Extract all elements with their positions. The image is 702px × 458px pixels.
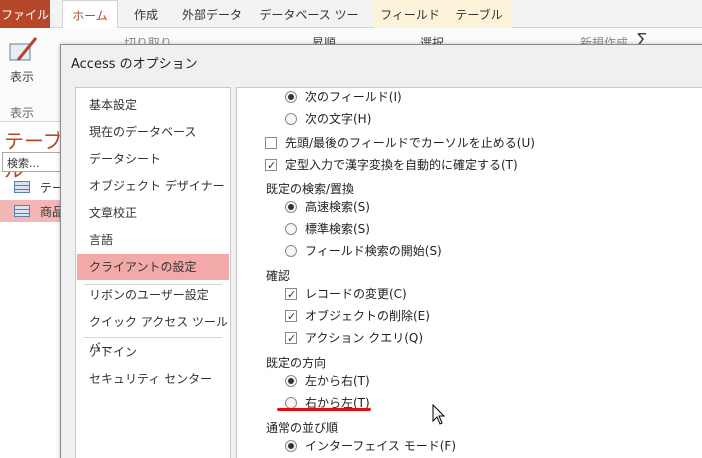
table-icon xyxy=(14,181,30,193)
category-general[interactable]: 基本設定 xyxy=(77,92,229,118)
view-button[interactable]: 表示 xyxy=(10,68,34,85)
dialog-titlebar[interactable]: Access のオプション xyxy=(61,45,702,77)
section-heading-confirm: 確認 xyxy=(266,269,291,283)
radio-button[interactable] xyxy=(285,440,297,452)
category-list: 基本設定 現在のデータベース データシート オブジェクト デザイナー 文章校正 … xyxy=(75,87,231,458)
option-label: 高速検索(S) xyxy=(305,200,370,214)
section-heading-sort-order: 通常の並び順 xyxy=(266,421,339,435)
radio-button[interactable] xyxy=(285,245,297,257)
section-heading-search: 既定の検索/置換 xyxy=(266,182,355,196)
option-label: 標準検索(S) xyxy=(305,222,370,236)
category-separator xyxy=(84,337,222,338)
checkbox[interactable] xyxy=(285,307,297,327)
radio-button[interactable] xyxy=(285,375,297,387)
option-label: 次のフィールド(I) xyxy=(305,90,402,104)
radio-button[interactable] xyxy=(285,201,297,213)
option-label: アクション クエリ(Q) xyxy=(305,331,424,345)
tab-table[interactable]: テーブル xyxy=(446,0,512,28)
option-label: 左から右(T) xyxy=(305,374,370,388)
checkbox[interactable] xyxy=(265,137,277,149)
checkbox[interactable] xyxy=(285,329,297,349)
option-label: 次の文字(H) xyxy=(305,112,372,126)
category-trust-center[interactable]: セキュリティ センター xyxy=(77,366,229,392)
category-add-ins[interactable]: アドイン xyxy=(77,339,229,365)
option-label: インターフェイス モード(F) xyxy=(305,439,457,453)
option-label: オブジェクトの削除(E) xyxy=(305,309,430,323)
option-label: 先頭/最後のフィールドでカーソルを止める(U) xyxy=(285,136,535,150)
category-current-database[interactable]: 現在のデータベース xyxy=(77,119,229,145)
category-client-settings[interactable]: クライアントの設定 xyxy=(77,254,229,280)
option-label: 定型入力で漢字変換を自動的に確定する(T) xyxy=(285,158,518,172)
section-heading-direction: 既定の方向 xyxy=(266,356,327,370)
tab-fields[interactable]: フィールド xyxy=(374,0,446,28)
ribbon-tab-bar: ファイル ホーム 作成 外部データ データベース ツール フィールド テーブル xyxy=(0,0,702,52)
category-proofing[interactable]: 文章校正 xyxy=(77,200,229,226)
options-content: 次のフィールド(I) 次の文字(H) 先頭/最後のフィールドでカーソルを止める(… xyxy=(236,87,702,458)
mouse-pointer-icon xyxy=(432,404,446,425)
radio-button[interactable] xyxy=(285,113,297,125)
radio-button[interactable] xyxy=(285,91,297,103)
tab-create[interactable]: 作成 xyxy=(124,0,168,28)
radio-button[interactable] xyxy=(285,223,297,235)
category-customize-ribbon[interactable]: リボンのユーザー設定 xyxy=(77,282,229,308)
tab-home[interactable]: ホーム xyxy=(62,0,118,29)
view-group-label: 表示 xyxy=(10,106,35,120)
checkbox[interactable] xyxy=(285,285,297,305)
tab-external-data[interactable]: 外部データ xyxy=(176,0,248,28)
view-icon xyxy=(9,37,38,61)
tab-file[interactable]: ファイル xyxy=(0,0,50,28)
table-icon xyxy=(14,205,30,217)
checkbox[interactable] xyxy=(265,156,277,176)
category-quick-access-toolbar[interactable]: クイック アクセス ツール バー xyxy=(77,309,229,355)
nav-search-input[interactable]: 検索... xyxy=(2,152,68,172)
dialog-title: Access のオプション xyxy=(71,57,198,72)
category-language[interactable]: 言語 xyxy=(77,227,229,253)
tab-database-tools[interactable]: データベース ツール xyxy=(258,0,360,52)
red-underline-annotation xyxy=(277,408,371,411)
category-datasheet[interactable]: データシート xyxy=(77,146,229,172)
option-label: フィールド検索の開始(S) xyxy=(305,244,442,258)
access-options-dialog: Access のオプション 基本設定 現在のデータベース データシート オブジェ… xyxy=(60,44,702,458)
option-label: レコードの変更(C) xyxy=(305,287,407,301)
category-object-designers[interactable]: オブジェクト デザイナー xyxy=(77,173,229,199)
